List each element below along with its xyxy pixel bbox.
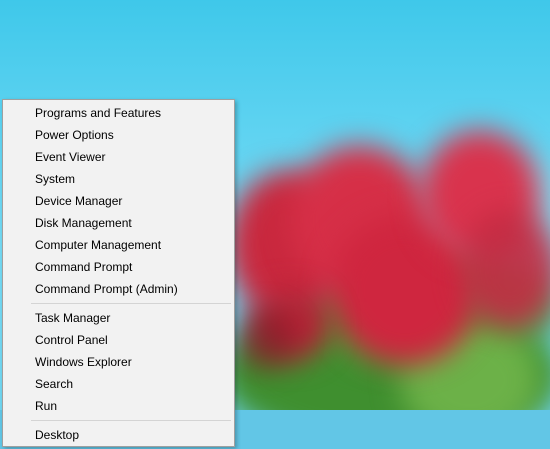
quick-link-menu: Programs and Features Power Options Even… [2,99,235,447]
menu-item-search[interactable]: Search [3,373,234,395]
menu-separator [31,303,231,304]
menu-item-disk-management[interactable]: Disk Management [3,212,234,234]
wallpaper-shadow [236,310,296,370]
menu-item-control-panel[interactable]: Control Panel [3,329,234,351]
menu-item-command-prompt[interactable]: Command Prompt [3,256,234,278]
menu-item-windows-explorer[interactable]: Windows Explorer [3,351,234,373]
menu-item-desktop[interactable]: Desktop [3,424,234,446]
wallpaper-tulip [460,210,550,330]
menu-item-computer-management[interactable]: Computer Management [3,234,234,256]
menu-item-task-manager[interactable]: Task Manager [3,307,234,329]
menu-item-command-prompt-admin[interactable]: Command Prompt (Admin) [3,278,234,300]
menu-item-run[interactable]: Run [3,395,234,417]
menu-item-system[interactable]: System [3,168,234,190]
menu-item-event-viewer[interactable]: Event Viewer [3,146,234,168]
menu-item-programs-and-features[interactable]: Programs and Features [3,102,234,124]
menu-separator [31,420,231,421]
menu-item-power-options[interactable]: Power Options [3,124,234,146]
menu-item-device-manager[interactable]: Device Manager [3,190,234,212]
